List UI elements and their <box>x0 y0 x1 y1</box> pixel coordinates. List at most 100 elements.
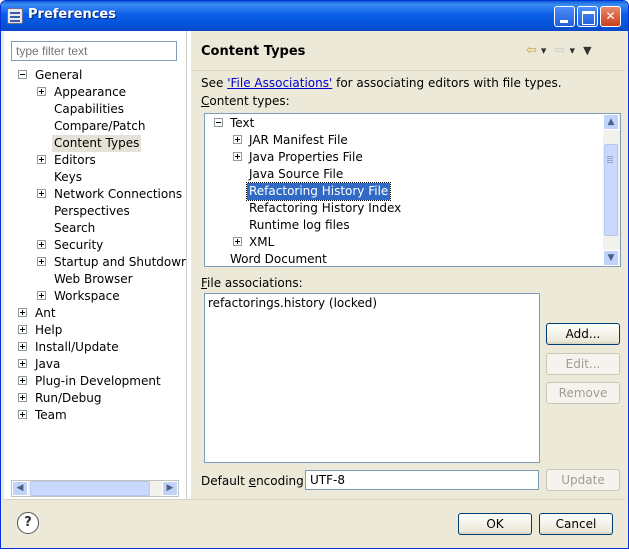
window-title: Preferences <box>28 7 116 22</box>
scroll-thumb[interactable] <box>604 144 618 236</box>
expand-icon[interactable] <box>18 359 27 368</box>
content-types-tree[interactable]: Text JAR Manifest File Java Properties Fil… <box>204 113 621 267</box>
content-type-label: JAR Manifest File <box>249 133 348 147</box>
hint-suffix: for associating editors with file types. <box>332 76 562 90</box>
content-type-label: Refactoring History File <box>245 182 392 201</box>
list-item[interactable]: refactorings.history (locked) <box>208 296 377 310</box>
forward-dropdown-icon: ▾ <box>569 44 576 57</box>
history-navigation: ⇦ ▾ ⇨ ▾ ▼ <box>526 43 596 58</box>
nav-tree-label: Network Connections <box>54 187 183 201</box>
nav-tree-label: Help <box>35 323 63 337</box>
expand-icon[interactable] <box>18 325 27 334</box>
view-menu-icon[interactable]: ▼ <box>583 44 591 57</box>
hint-prefix: See <box>201 76 228 90</box>
content-type-label: Java Source File <box>249 167 344 181</box>
scroll-thumb[interactable] <box>30 481 150 496</box>
nav-tree-label: Perspectives <box>54 204 130 218</box>
nav-horizontal-scrollbar[interactable]: ◀ ▶ <box>11 480 179 497</box>
update-button: Update <box>546 469 620 491</box>
nav-tree-label: Install/Update <box>35 340 119 354</box>
label-part: ncoding: <box>256 474 308 488</box>
ok-button[interactable]: OK <box>458 513 532 535</box>
minimize-button[interactable] <box>554 6 575 27</box>
file-associations-label: File associations: <box>201 276 303 290</box>
filter-input[interactable] <box>11 41 177 61</box>
nav-tree-label: Appearance <box>54 85 127 99</box>
expand-icon[interactable] <box>233 135 242 144</box>
scroll-right-icon[interactable]: ▶ <box>162 481 178 496</box>
content-type-label: Text <box>230 116 255 130</box>
nav-tree-label: General <box>35 68 83 82</box>
label-rest: ile associations: <box>207 276 303 290</box>
edit-button: Edit... <box>546 353 620 375</box>
expand-icon[interactable] <box>37 257 46 266</box>
help-icon[interactable]: ? <box>17 512 39 534</box>
dialog-client: General Appearance Capabilities Compare/Pat… <box>4 31 625 547</box>
preferences-nav-pane: General Appearance Capabilities Compare/Pat… <box>4 31 187 499</box>
page-header: Content Types ⇦ ▾ ⇨ ▾ ▼ <box>191 31 625 71</box>
file-associations-hint: See 'File Associations' for associating … <box>201 76 562 90</box>
nav-tree-label: Plug-in Development <box>35 374 161 388</box>
expand-icon[interactable] <box>37 155 46 164</box>
nav-tree-label: Run/Debug <box>35 391 102 405</box>
content-type-label: Runtime log files <box>249 218 350 232</box>
nav-tree-label: Workspace <box>54 289 120 303</box>
content-type-label: XML <box>249 235 275 249</box>
nav-tree-label: Content Types <box>52 135 142 152</box>
nav-tree-label: Editors <box>54 153 96 167</box>
expand-icon[interactable] <box>233 237 242 246</box>
add-button[interactable]: Add... <box>546 323 620 345</box>
preferences-icon <box>7 8 23 24</box>
nav-tree-label: Team <box>35 408 67 422</box>
dialog-footer: ? OK Cancel <box>4 499 625 547</box>
close-button[interactable]: ✕ <box>600 6 621 27</box>
nav-tree-label: Keys <box>54 170 83 184</box>
nav-tree-label: Ant <box>35 306 56 320</box>
file-associations-list[interactable]: refactorings.history (locked) <box>204 293 540 463</box>
page-title: Content Types <box>201 44 306 59</box>
content-types-page: See 'File Associations' for associating … <box>191 71 625 499</box>
nav-tree-label: Web Browser <box>54 272 133 286</box>
expand-icon[interactable] <box>233 152 242 161</box>
content-type-label: Java Properties File <box>249 150 363 164</box>
forward-arrow-icon: ⇨ <box>554 43 566 58</box>
scroll-up-icon[interactable]: ▲ <box>603 114 619 130</box>
nav-tree-label: Search <box>54 221 96 235</box>
expand-icon[interactable] <box>18 376 27 385</box>
collapse-icon[interactable] <box>214 118 223 127</box>
nav-tree-label: Startup and Shutdowr <box>54 255 186 269</box>
expand-icon[interactable] <box>18 393 27 402</box>
nav-tree-label: Java <box>35 357 61 371</box>
content-type-label: Refactoring History Index <box>249 201 402 215</box>
default-encoding-input[interactable]: UTF-8 <box>305 470 539 490</box>
expand-icon[interactable] <box>18 308 27 317</box>
nav-tree-label: Capabilities <box>54 102 124 116</box>
expand-icon[interactable] <box>18 410 27 419</box>
content-type-label: Word Document <box>230 252 327 266</box>
scroll-left-icon[interactable]: ◀ <box>12 481 28 496</box>
preferences-window: Preferences ✕ General Appearance Capabilit… <box>0 0 629 549</box>
expand-icon[interactable] <box>18 342 27 351</box>
default-encoding-label: Default encoding: <box>201 474 308 488</box>
nav-tree-label: Compare/Patch <box>54 119 146 133</box>
file-associations-link[interactable]: 'File Associations' <box>227 76 332 90</box>
maximize-button[interactable] <box>577 6 598 27</box>
content-types-label: Content types: <box>201 94 290 108</box>
title-bar: Preferences ✕ <box>1 1 628 31</box>
expand-icon[interactable] <box>37 87 46 96</box>
back-arrow-icon[interactable]: ⇦ <box>526 43 537 58</box>
scroll-down-icon[interactable]: ▼ <box>603 250 619 266</box>
expand-icon[interactable] <box>37 291 46 300</box>
collapse-icon[interactable] <box>18 70 27 79</box>
cancel-button[interactable]: Cancel <box>539 513 613 535</box>
back-dropdown-icon[interactable]: ▾ <box>541 44 547 57</box>
label-rest: ontent types: <box>209 94 290 108</box>
mnemonic: e <box>248 474 257 488</box>
scroll-grip-icon <box>607 156 613 157</box>
expand-icon[interactable] <box>37 240 46 249</box>
content-types-scrollbar[interactable]: ▲ ▼ <box>603 114 620 266</box>
label-part: Default <box>201 474 249 488</box>
expand-icon[interactable] <box>37 189 46 198</box>
nav-tree-label: Security <box>54 238 104 252</box>
remove-button: Remove <box>546 382 620 404</box>
